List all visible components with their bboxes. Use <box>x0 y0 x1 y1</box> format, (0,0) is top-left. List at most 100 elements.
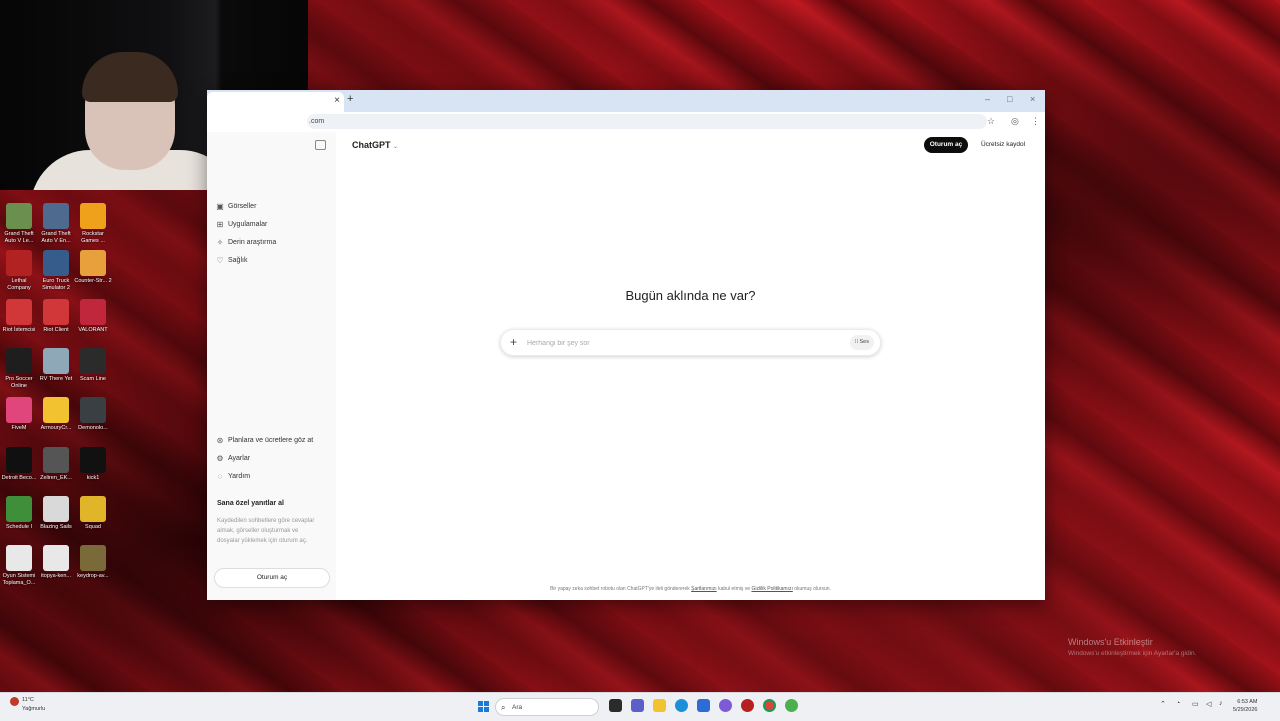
clock-time: 6:53 AM <box>1237 699 1258 705</box>
sidebar: ▣ Görseller ⊞ Uygulamalar ✧ Derin araştı… <box>207 132 337 600</box>
sidebar-item-help[interactable]: ◌ Yardım <box>216 472 250 481</box>
desktop-icon-label: VALORANT <box>78 327 108 333</box>
teams-icon[interactable] <box>631 699 644 712</box>
sidebar-item-label: Ayarlar <box>228 455 251 462</box>
network-icon[interactable]: ◔ <box>1176 700 1180 707</box>
desktop-icon[interactable]: Lethal Company <box>0 250 38 291</box>
sidebar-login-button[interactable]: Oturum aç <box>214 568 330 588</box>
discord-icon[interactable] <box>719 699 732 712</box>
desktop-icon[interactable]: Riot Client <box>37 299 75 334</box>
speaker-icon[interactable]: ♪ <box>1219 700 1223 707</box>
clock[interactable]: 6:53 AM 5/29/2026 <box>1233 698 1257 714</box>
sidebar-toggle-icon[interactable] <box>315 140 326 150</box>
riot-icon[interactable] <box>741 699 754 712</box>
battery-icon[interactable]: ▭ <box>1192 700 1199 708</box>
file-explorer-icon[interactable] <box>653 699 666 712</box>
desktop-icon[interactable]: Blazing Sails <box>37 496 75 531</box>
app-icon <box>80 250 106 276</box>
help-icon: ◌ <box>217 472 223 481</box>
desktop-icon[interactable]: Counter-Str... 2 <box>74 250 112 285</box>
app-icon <box>80 496 106 522</box>
desktop-icon[interactable]: VALORANT <box>74 299 112 334</box>
desktop-icon-label: RV There Yet <box>39 376 73 382</box>
desktop-icon[interactable]: Squad <box>74 496 112 531</box>
desktop-icon-label: Counter-Str... 2 <box>74 278 112 284</box>
sidebar-item-apps[interactable]: ⊞ Uygulamalar <box>216 220 268 229</box>
sidebar-item-plans[interactable]: ⊛ Planlara ve ücretlere göz at <box>216 436 314 445</box>
desktop-icon[interactable]: Detroit Beco... <box>0 447 38 482</box>
desktop-icon[interactable]: Demonolo... <box>74 397 112 432</box>
weather-icon <box>10 697 19 706</box>
sidebar-item-deep-research[interactable]: ✧ Derin araştırma <box>216 238 277 247</box>
desktop-icon[interactable]: Grand Theft Auto V En... <box>37 203 75 244</box>
desktop-icon-label: Euro Truck Simulator 2 <box>42 278 70 291</box>
footer-text-mid: kabul etmiş ve <box>716 586 752 592</box>
sidebar-item-label: Yardım <box>228 473 251 480</box>
signup-button[interactable]: Ücretsiz kaydol <box>974 137 1032 153</box>
desktop-icon[interactable]: Schedule I <box>0 496 38 531</box>
chevron-down-icon: ⌄ <box>393 144 399 150</box>
privacy-link[interactable]: Gizlilik Politikamızı <box>751 586 792 592</box>
task-view-icon[interactable] <box>609 699 622 712</box>
profile-icon[interactable]: ◎ <box>1011 116 1019 127</box>
weather-desc: Yağmurlu <box>22 706 46 712</box>
edge-icon[interactable] <box>675 699 688 712</box>
desktop-icon-label: ArmouryCr... <box>40 425 72 431</box>
close-window-button[interactable]: × <box>1030 94 1035 104</box>
desktop-icon[interactable]: FiveM <box>0 397 38 432</box>
desktop-icon[interactable]: Zeliren_EK... <box>37 447 75 482</box>
tab-close-icon[interactable]: × <box>334 95 340 106</box>
desktop-icon[interactable]: Oyun Sistemi Toplama_O... <box>0 545 38 586</box>
desktop-icon[interactable]: Scam Line <box>74 348 112 383</box>
app-icon <box>6 250 32 276</box>
taskbar-search-placeholder: Ara <box>512 704 523 711</box>
prompt-input[interactable] <box>525 336 829 351</box>
start-button[interactable] <box>478 701 489 712</box>
taskbar-search[interactable]: ⌕ Ara <box>495 698 599 716</box>
desktop-icon[interactable]: Rockstar Games ... <box>74 203 112 244</box>
store-icon[interactable] <box>697 699 710 712</box>
desktop-icon-label: Riot Client <box>43 327 69 333</box>
chevron-up-icon[interactable]: ⌃ <box>1160 700 1166 708</box>
app-icon <box>43 545 69 571</box>
tab-chatgpt[interactable]: × <box>207 92 344 112</box>
sidebar-item-health[interactable]: ♡ Sağlık <box>216 256 247 265</box>
desktop-icon[interactable]: itopya-ken... <box>37 545 75 580</box>
browser-window: × + – □ × .com ☆ ◎ ⋮ ▣ Görseller ⊞ Uygul… <box>207 90 1045 600</box>
desktop-icon[interactable]: Euro Truck Simulator 2 <box>37 250 75 291</box>
terms-link[interactable]: Şartlarımızı <box>691 586 717 592</box>
model-selector[interactable]: ChatGPT ⌄ <box>352 140 398 150</box>
desktop-icon-label: Oyun Sistemi Toplama_O... <box>2 573 36 586</box>
minimize-button[interactable]: – <box>985 94 990 104</box>
desktop-icon[interactable]: RV There Yet <box>37 348 75 383</box>
desktop-icon[interactable]: Pro Soccer Online <box>0 348 38 389</box>
login-button[interactable]: Oturum aç <box>924 137 968 153</box>
address-bar: .com ☆ ◎ ⋮ <box>207 112 1045 133</box>
sidebar-item-label: Sağlık <box>228 257 248 264</box>
sidebar-item-settings[interactable]: ⚙ Ayarlar <box>216 454 250 463</box>
attach-plus-icon[interactable]: + <box>510 335 517 349</box>
app-icon <box>43 397 69 423</box>
kebab-menu-icon[interactable]: ⋮ <box>1031 116 1040 127</box>
url-field[interactable]: .com <box>307 114 987 129</box>
app-icon <box>6 496 32 522</box>
weather-widget[interactable]: 11°C Yağmurlu <box>10 697 45 713</box>
desktop-icon[interactable]: ArmouryCr... <box>37 397 75 432</box>
volume-icon[interactable]: ◁ <box>1206 700 1211 708</box>
star-icon[interactable]: ☆ <box>987 116 995 127</box>
app-icon[interactable] <box>785 699 798 712</box>
desktop-icon[interactable]: keydrop-av... <box>74 545 112 580</box>
desktop-icon[interactable]: Grand Theft Auto V Le... <box>0 203 38 244</box>
app-icon <box>80 545 106 571</box>
chrome-icon[interactable] <box>763 699 776 712</box>
app-icon <box>80 299 106 325</box>
app-icon <box>80 348 106 374</box>
desktop-icon[interactable]: Riot İstemcisi <box>0 299 38 334</box>
app-icon <box>80 447 106 473</box>
sidebar-item-images[interactable]: ▣ Görseller <box>216 202 256 211</box>
voice-button[interactable]: ⁞⁞ Ses <box>849 335 874 350</box>
maximize-button[interactable]: □ <box>1007 94 1012 104</box>
desktop-icon-label: Grand Theft Auto V En... <box>41 231 71 244</box>
new-tab-button[interactable]: + <box>347 93 353 105</box>
desktop-icon[interactable]: kick1 <box>74 447 112 482</box>
